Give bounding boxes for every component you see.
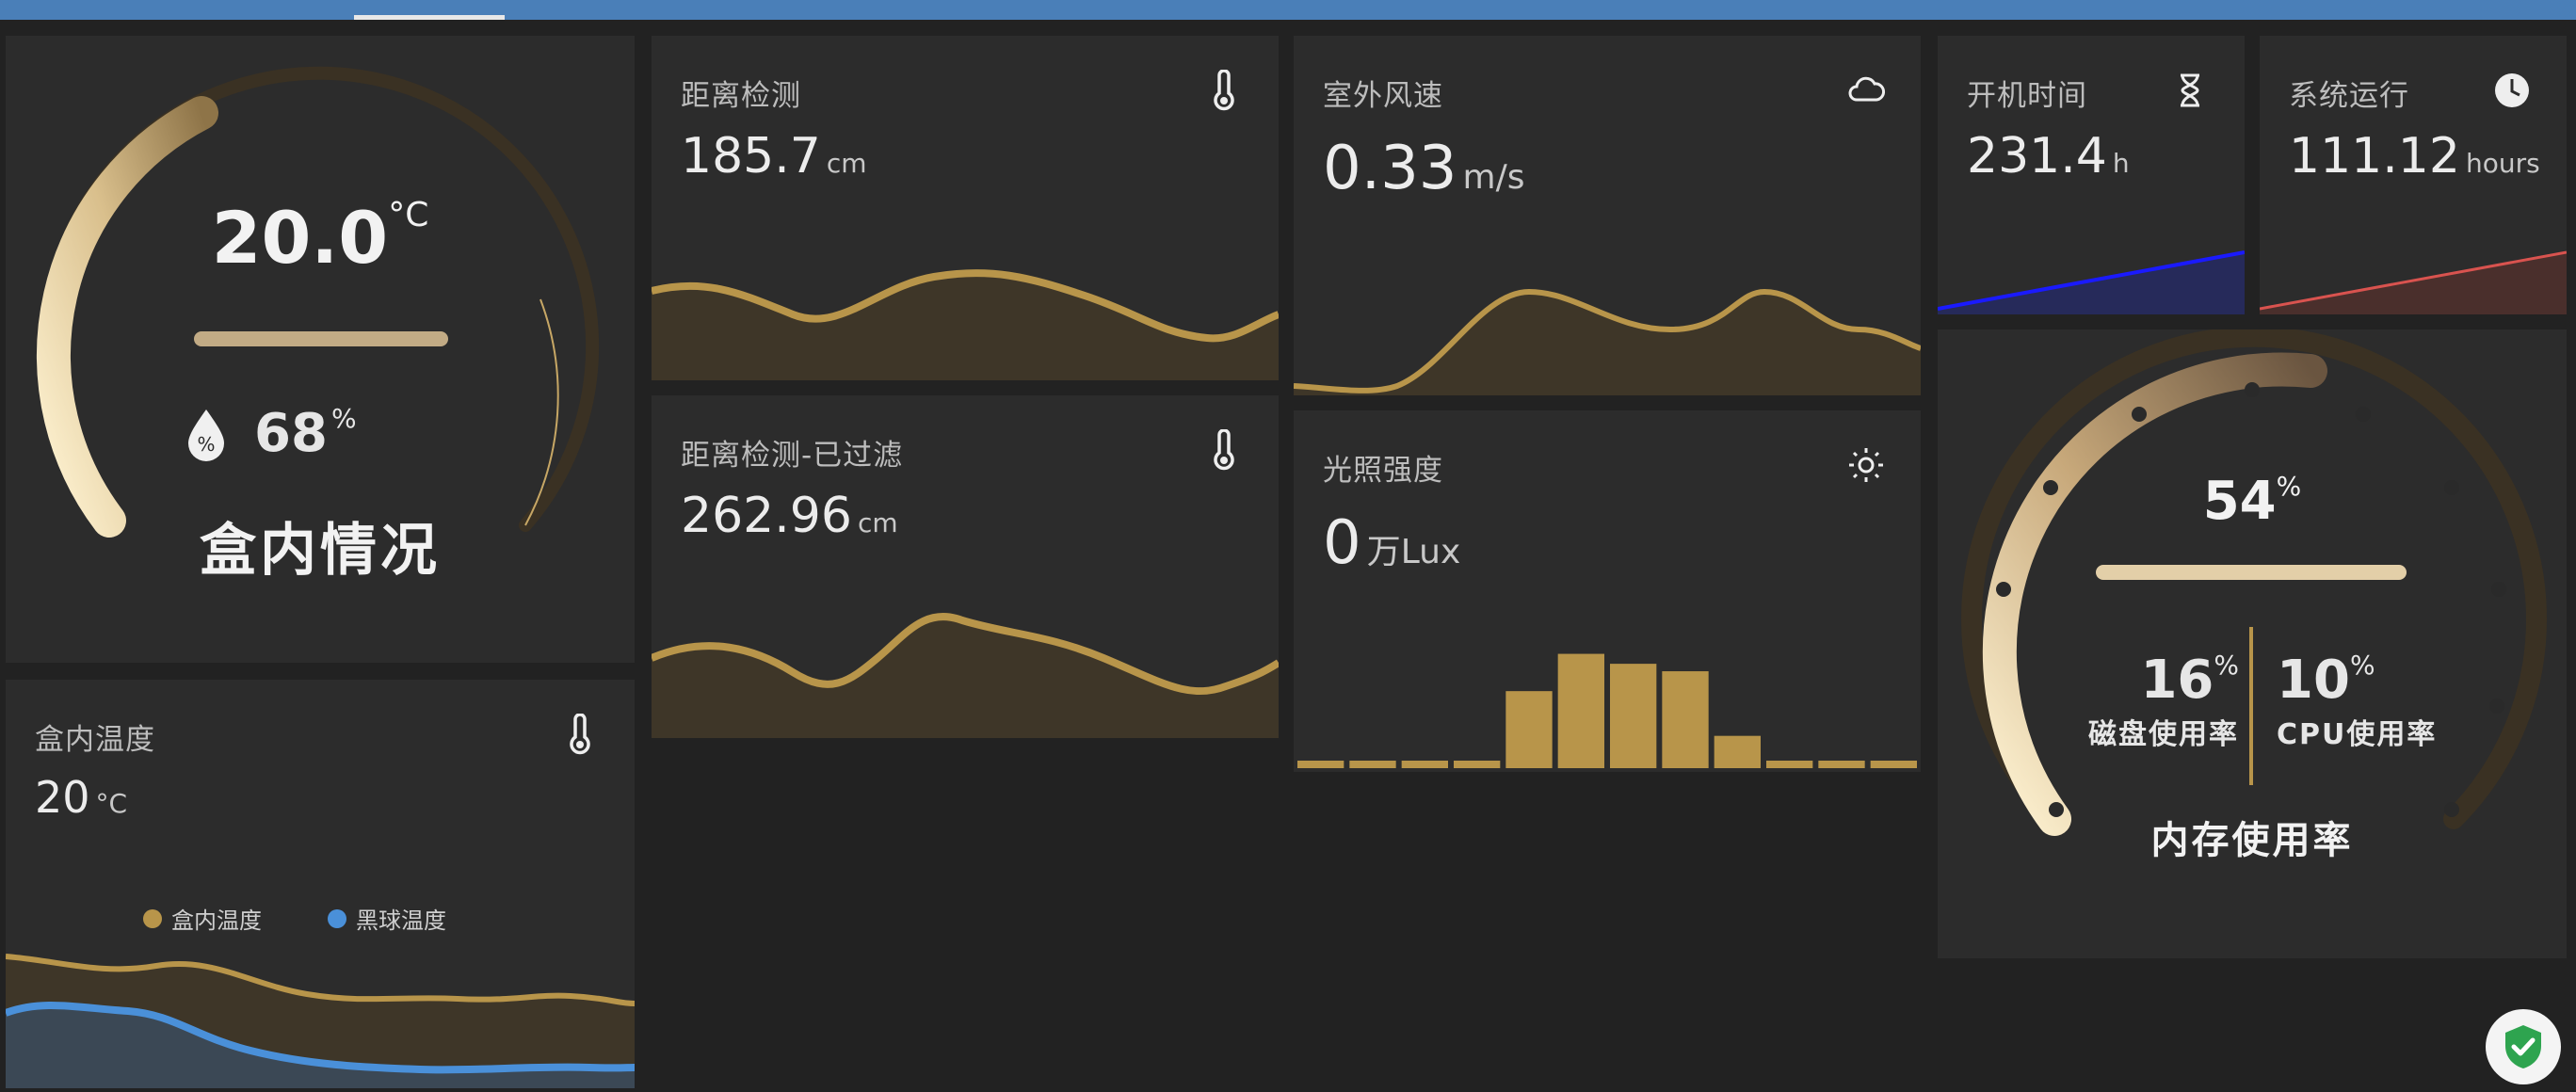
uptime-number: 231.4 (1967, 128, 2107, 185)
cpu-value: 10 (2277, 650, 2350, 711)
distance-filtered-card[interactable]: 距离检测-已过滤 262.96 cm (652, 395, 1279, 738)
runtime-sparkline (2260, 250, 2567, 314)
uptime-value: 231.4 h (1967, 128, 2130, 185)
light-hist-bar (1349, 761, 1396, 768)
wind-number: 0.33 (1323, 134, 1457, 203)
legend-item-box-temp[interactable]: 盒内温度 (143, 902, 262, 935)
box-temperature-number: 20 (35, 772, 90, 823)
brightness-icon (1849, 448, 1883, 482)
uptime-unit: h (2112, 148, 2130, 179)
legend-label: 黑球温度 (356, 907, 446, 934)
runtime-title: 系统运行 (2289, 79, 2409, 113)
light-hist-bar (1662, 671, 1709, 768)
memory-gauge-title: 内存使用率 (2150, 819, 2354, 862)
runtime-unit: hours (2465, 148, 2540, 179)
light-hist-bar (1557, 653, 1604, 768)
legend-label: 盒内温度 (171, 907, 262, 934)
chart-legend: 盒内温度 黑球温度 (143, 902, 446, 935)
distance-number: 185.7 (681, 128, 821, 185)
distance-title: 距离检测 (681, 79, 801, 113)
light-title: 光照强度 (1323, 454, 1443, 488)
box-temperature-card[interactable]: 盒内温度 20 °C 盒内温度 黑球温度 (6, 680, 635, 1088)
light-hist-bar (1818, 761, 1865, 768)
distance-filtered-title: 距离检测-已过滤 (681, 439, 904, 473)
memory-readout: 54% (1938, 471, 2567, 532)
light-card[interactable]: 光照强度 0 万Lux (1294, 410, 1921, 772)
memory-value: 54 (2202, 471, 2277, 532)
disk-readout: 16% 磁盘使用率 (2069, 650, 2239, 752)
distance-unit: cm (826, 148, 867, 179)
wind-title: 室外风速 (1323, 79, 1443, 113)
light-hist-bar (1870, 761, 1917, 768)
uptime-title: 开机时间 (1967, 79, 2087, 113)
humidity-drop-icon: % (188, 409, 224, 461)
cpu-readout: 10% CPU使用率 (2277, 650, 2465, 752)
distance-filtered-unit: cm (857, 507, 898, 538)
wind-sparkline (1294, 288, 1921, 395)
box-gauge-title: 盒内情况 (200, 518, 441, 584)
distance-filtered-number: 262.96 (681, 488, 852, 544)
light-hist-bar (1714, 735, 1761, 768)
runtime-card[interactable]: 系统运行 111.12 hours (2260, 36, 2567, 314)
box-temperature-unit: °C (95, 788, 128, 819)
legend-dot (143, 908, 162, 928)
light-hist-bar (1505, 691, 1553, 768)
box-condition-card[interactable]: 20.0°C % 68% 盒内情况 (6, 36, 635, 663)
runtime-value: 111.12 hours (2289, 128, 2540, 185)
distance-filtered-value: 262.96 cm (681, 488, 898, 544)
box-temperature-unit: °C (388, 196, 429, 234)
light-hist-bar (1297, 761, 1344, 768)
box-temperature-readout: 20.0°C (6, 196, 635, 280)
memory-gauge-divider (2096, 565, 2407, 580)
cpu-label: CPU使用率 (2277, 718, 2438, 751)
distance-card[interactable]: 距离检测 185.7 cm (652, 36, 1279, 380)
system-usage-card[interactable]: 54% 16% 磁盘使用率 10% CPU使用率 内存使用率 (1938, 329, 2567, 958)
disk-value: 16 (2140, 650, 2214, 711)
security-shield-button[interactable] (2486, 1009, 2561, 1084)
shield-check-icon (2505, 1025, 2541, 1068)
light-hist-bar (1401, 761, 1448, 768)
humidity-readout: % 68% (185, 403, 357, 464)
uptime-card[interactable]: 开机时间 231.4 h (1938, 36, 2245, 314)
wind-value: 0.33 m/s (1323, 134, 1524, 203)
thermometer-icon (1214, 429, 1234, 471)
distance-sparkline (652, 269, 1279, 380)
top-app-bar (0, 0, 2576, 20)
light-hist-bar (1610, 664, 1657, 768)
disk-unit: % (2214, 650, 2239, 681)
box-gauge-divider (194, 331, 448, 346)
box-temperature-value: 20.0 (211, 196, 389, 280)
clock-icon (2495, 73, 2529, 107)
legend-item-globe-temp[interactable]: 黑球温度 (328, 902, 446, 935)
wind-unit: m/s (1462, 158, 1525, 197)
usage-divider (2249, 627, 2253, 785)
light-hist-bar (1454, 761, 1501, 768)
wind-card[interactable]: 室外风速 0.33 m/s (1294, 36, 1921, 395)
thermometer-icon (1214, 70, 1234, 111)
humidity-unit: % (330, 403, 357, 434)
light-hist-bar (1766, 761, 1813, 768)
light-histogram (1297, 653, 1917, 768)
box-temperature-title: 盒内温度 (35, 723, 155, 757)
distance-filtered-sparkline (652, 612, 1279, 738)
light-unit: 万Lux (1366, 533, 1461, 571)
cloud-icon (1848, 76, 1885, 102)
memory-unit: % (2276, 471, 2302, 502)
box-temperature-chart (6, 954, 635, 1088)
hourglass-icon (2181, 73, 2199, 107)
svg-text:%: % (197, 433, 215, 456)
distance-value: 185.7 cm (681, 128, 867, 185)
box-temperature-value: 20 °C (35, 772, 127, 823)
humidity-value: 68 (254, 403, 328, 464)
runtime-number: 111.12 (2289, 128, 2460, 185)
thermometer-icon (570, 714, 590, 755)
light-number: 0 (1323, 508, 1361, 578)
cpu-unit: % (2349, 650, 2375, 681)
disk-label: 磁盘使用率 (2088, 718, 2239, 751)
legend-dot (328, 908, 346, 928)
light-value: 0 万Lux (1323, 508, 1460, 578)
active-tab-indicator (354, 15, 505, 20)
uptime-sparkline (1938, 250, 2245, 314)
